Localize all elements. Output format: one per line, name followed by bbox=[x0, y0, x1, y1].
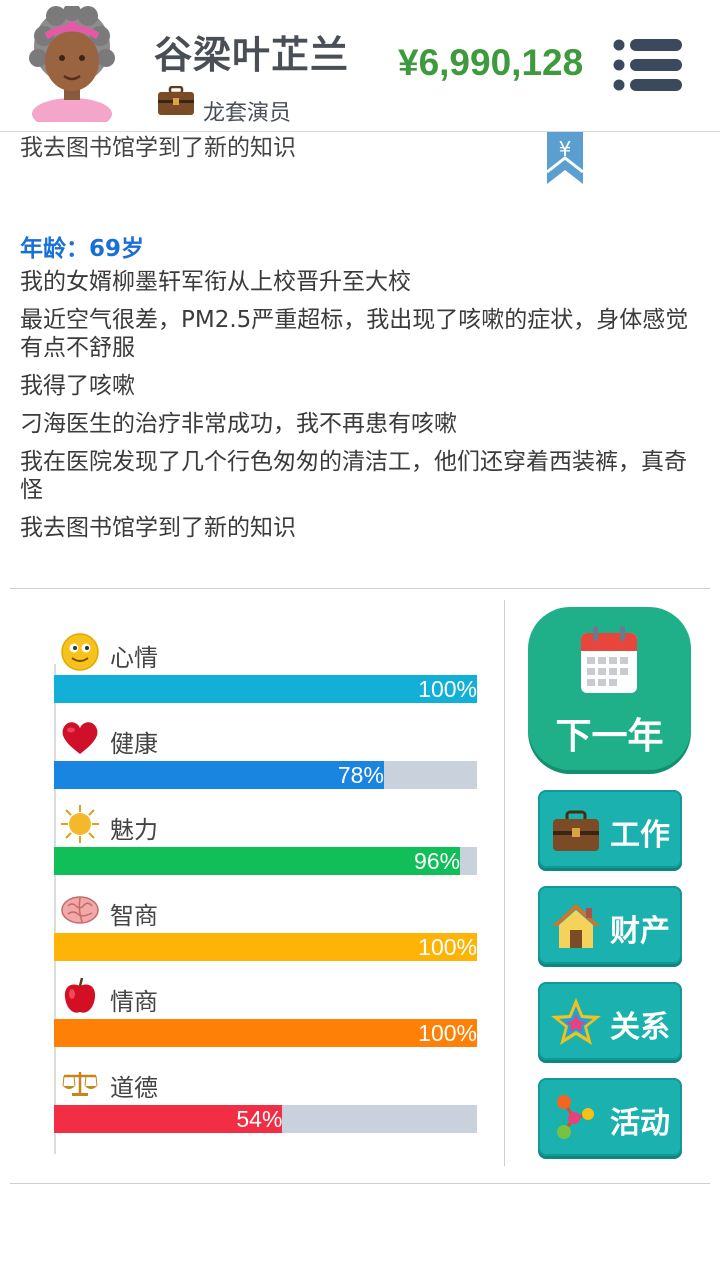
stat-fill: 78% bbox=[54, 761, 384, 789]
character-name: 谷梁叶芷兰 bbox=[154, 33, 350, 77]
house-icon bbox=[552, 904, 600, 948]
stat-health: 健康 78% bbox=[54, 718, 478, 798]
job-title: 龙套演员 bbox=[203, 101, 292, 126]
divider bbox=[10, 588, 710, 589]
activities-icon bbox=[557, 1095, 594, 1139]
stat-label: 魅力 bbox=[110, 816, 158, 844]
next-year-label: 下一年 bbox=[555, 716, 664, 757]
stat-value: 100% bbox=[418, 934, 477, 960]
heart-icon bbox=[62, 722, 98, 754]
log-line: 我得了咳嗽 bbox=[20, 373, 135, 399]
divider bbox=[504, 600, 505, 1166]
log-line: 我的女婿柳墨轩军衔从上校晋升至大校 bbox=[20, 269, 411, 295]
stat-morality: 道德 54% bbox=[54, 1062, 478, 1142]
stat-value: 100% bbox=[418, 676, 477, 702]
log-line: 我在医院发现了几个行色匆匆的清洁工，他们还穿着西装裤，真奇怪 bbox=[20, 449, 687, 503]
relations-button[interactable]: 关系 bbox=[538, 982, 682, 1060]
relations-label: 关系 bbox=[610, 1010, 670, 1045]
stat-fill: 54% bbox=[54, 1105, 283, 1133]
briefcase-icon bbox=[553, 810, 599, 851]
stat-bar: 96% bbox=[54, 847, 477, 875]
log-line: 刁海医生的治疗非常成功，我不再患有咳嗽 bbox=[20, 411, 457, 437]
avatar[interactable] bbox=[26, 6, 118, 122]
log-line: 我去图书馆学到了新的知识 bbox=[20, 515, 296, 541]
briefcase-icon bbox=[158, 86, 194, 115]
brain-icon bbox=[61, 896, 99, 924]
age-heading: 年龄：69岁 bbox=[20, 236, 145, 262]
log-line: 最近空气很差，PM2.5严重超标，我出现了咳嗽的症状，身体感觉有点不舒服 bbox=[20, 307, 689, 361]
stat-label: 智商 bbox=[110, 902, 158, 930]
property-label: 财产 bbox=[610, 914, 670, 949]
sun-icon bbox=[61, 805, 99, 843]
stat-mood: 心情 100% bbox=[54, 632, 478, 712]
divider bbox=[10, 1183, 710, 1184]
stat-bar: 100% bbox=[54, 675, 477, 703]
activities-button[interactable]: 活动 bbox=[538, 1078, 682, 1156]
life-log: 我去图书馆学到了新的知识 ¥ 年龄：69岁 我的女婿柳墨轩军衔从上校晋升至大校 … bbox=[0, 132, 720, 588]
stat-label: 道德 bbox=[110, 1074, 158, 1102]
stat-value: 100% bbox=[418, 1020, 477, 1046]
work-label: 工作 bbox=[610, 818, 670, 853]
smiley-icon bbox=[61, 633, 99, 671]
stat-charm: 魅力 96% bbox=[54, 804, 478, 884]
stat-value: 78% bbox=[337, 762, 384, 788]
header: 谷梁叶芷兰 龙套演员 ¥6,990,128 bbox=[0, 0, 720, 132]
log-body: 年龄：69岁 我的女婿柳墨轩军衔从上校晋升至大校 最近空气很差，PM2.5严重超… bbox=[20, 232, 700, 552]
stat-fill: 100% bbox=[54, 1019, 477, 1047]
stat-value: 96% bbox=[414, 848, 461, 874]
money-balance: ¥6,990,128 bbox=[398, 42, 584, 83]
stat-bar: 100% bbox=[54, 1019, 477, 1047]
stat-label: 情商 bbox=[110, 988, 158, 1016]
work-button[interactable]: 工作 bbox=[538, 790, 682, 868]
stat-bar: 78% bbox=[54, 761, 477, 789]
property-button[interactable]: 财产 bbox=[538, 886, 682, 964]
activities-label: 活动 bbox=[610, 1106, 670, 1141]
bookmark-symbol: ¥ bbox=[559, 137, 572, 161]
scale-icon bbox=[62, 1072, 98, 1096]
calendar-icon bbox=[581, 626, 637, 693]
menu-icon[interactable] bbox=[612, 38, 684, 92]
stat-intelligence: 智商 100% bbox=[54, 890, 478, 970]
apple-icon bbox=[64, 977, 96, 1013]
stat-fill: 100% bbox=[54, 933, 477, 961]
stat-label: 健康 bbox=[110, 730, 158, 758]
stat-bar: 100% bbox=[54, 933, 477, 961]
stat-fill: 96% bbox=[54, 847, 461, 875]
log-line-partial: 我去图书馆学到了新的知识 bbox=[20, 135, 296, 161]
bookmark-icon[interactable]: ¥ bbox=[546, 132, 584, 186]
star-icon bbox=[551, 998, 601, 1045]
next-year-button[interactable]: 下一年 bbox=[528, 607, 691, 770]
stat-value: 54% bbox=[236, 1106, 283, 1132]
stat-label: 心情 bbox=[110, 644, 158, 672]
stat-fill: 100% bbox=[54, 675, 477, 703]
stat-eq: 情商 100% bbox=[54, 976, 478, 1056]
stat-bar: 54% bbox=[54, 1105, 477, 1133]
